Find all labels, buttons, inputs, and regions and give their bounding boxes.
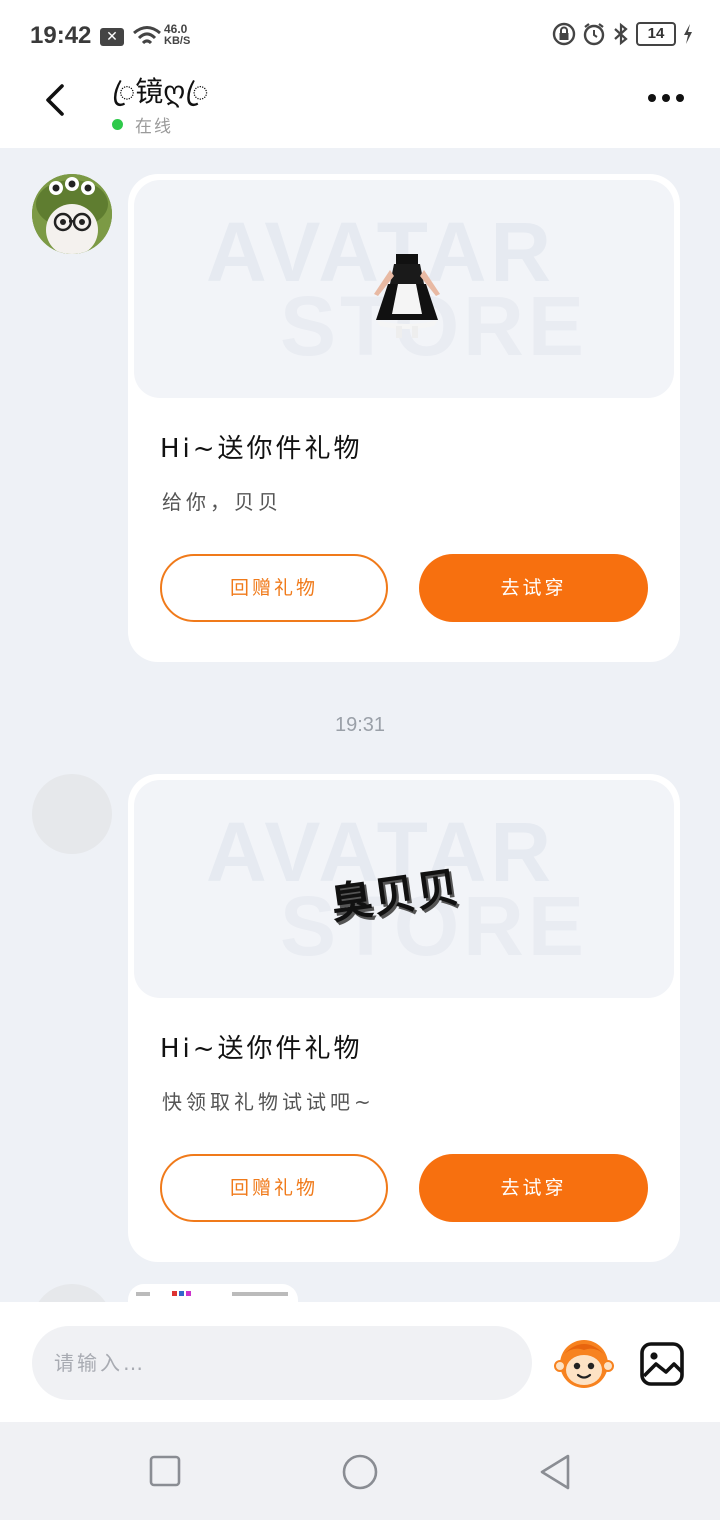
online-dot-icon xyxy=(112,119,123,130)
battery-indicator: 14 xyxy=(636,22,676,46)
gift-preview[interactable]: AVATAR STORE 臭贝贝 xyxy=(134,780,674,998)
gift-message-text: 给你，贝贝 xyxy=(162,490,282,514)
gift-title: Hi~送你件礼物 xyxy=(160,434,363,464)
more-dot-icon xyxy=(662,94,670,102)
system-navigation-bar xyxy=(0,1422,720,1520)
message-timestamp: 19:31 xyxy=(334,714,386,736)
lock-rotation-icon xyxy=(552,22,576,46)
screenshot-thumbnail-image xyxy=(136,1291,288,1296)
maid-dress-outfit-icon xyxy=(374,254,440,338)
network-speed: 46.0 KB/S xyxy=(164,23,190,47)
recent-apps-button[interactable] xyxy=(146,1452,186,1492)
network-speed-value: 46.0 xyxy=(164,22,188,36)
charging-icon xyxy=(684,24,692,44)
notification-x-icon: ✕ xyxy=(100,28,124,46)
bluetooth-icon xyxy=(614,22,628,46)
return-gift-button[interactable]: 回赠礼物 xyxy=(160,554,388,622)
online-status-text: 在线 xyxy=(135,117,173,137)
chat-message-list[interactable]: AVATAR STORE Hi~送你件礼物 给你，贝贝 回赠礼物 去试穿 19:… xyxy=(0,148,720,1302)
try-on-button[interactable]: 去试穿 xyxy=(419,1154,648,1222)
more-dot-icon xyxy=(648,94,656,102)
return-gift-button[interactable]: 回赠礼物 xyxy=(160,1154,388,1222)
status-icons: 14 xyxy=(552,22,694,46)
status-bar: 19:42 ✕ 46.0 KB/S 14 xyxy=(0,0,720,72)
sender-avatar[interactable] xyxy=(32,774,112,854)
gift-message-text: 快领取礼物试试吧~ xyxy=(162,1090,375,1114)
gift-message-card[interactable]: AVATAR STORE Hi~送你件礼物 给你，贝贝 回赠礼物 去试穿 xyxy=(128,174,680,662)
home-button[interactable] xyxy=(340,1452,380,1492)
network-speed-unit: KB/S xyxy=(164,35,191,47)
gift-title: Hi~送你件礼物 xyxy=(160,1034,363,1064)
alarm-icon xyxy=(583,23,605,46)
chat-header: ꦿ镜ღꦿ 在线 xyxy=(0,72,720,148)
sender-avatar[interactable] xyxy=(32,174,112,254)
back-button[interactable] xyxy=(36,80,76,120)
message-input[interactable] xyxy=(32,1326,532,1400)
system-back-button[interactable] xyxy=(536,1452,576,1492)
gift-message-card[interactable]: AVATAR STORE 臭贝贝 Hi~送你件礼物 快领取礼物试试吧~ 回赠礼物… xyxy=(128,774,680,1262)
screenshot-message-thumbnail[interactable] xyxy=(128,1284,298,1302)
status-time: 19:42 xyxy=(30,22,92,49)
more-options-button[interactable] xyxy=(648,94,684,102)
more-dot-icon xyxy=(676,94,684,102)
gift-preview[interactable]: AVATAR STORE xyxy=(134,180,674,398)
message-input-bar xyxy=(0,1302,720,1422)
wifi-icon xyxy=(133,26,161,45)
online-status: 在线 xyxy=(112,112,173,137)
avatar-frog-hat-icon xyxy=(32,174,112,254)
try-on-button[interactable]: 去试穿 xyxy=(419,554,648,622)
image-picker-button[interactable] xyxy=(638,1340,686,1388)
sender-avatar[interactable] xyxy=(32,1284,112,1302)
emoji-sticker-button[interactable] xyxy=(554,1332,614,1392)
